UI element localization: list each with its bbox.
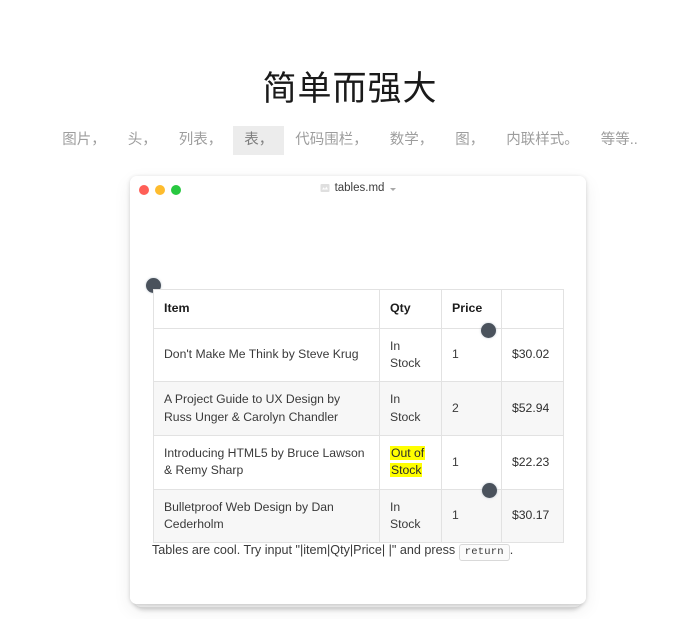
table-row: Introducing HTML5 by Bruce Lawson & Remy… <box>153 434 564 490</box>
column-header-empty[interactable] <box>501 289 564 329</box>
tab-tables[interactable]: 表， <box>233 126 285 156</box>
cell-stock[interactable]: In Stock <box>379 488 442 544</box>
editor-window-wrapper: tables.md Item Qty Price Don't Make Me T… <box>130 176 586 608</box>
cell-count[interactable]: 1 <box>441 488 502 544</box>
tab-headings[interactable]: 头， <box>117 126 168 155</box>
tab-lists[interactable]: 列表， <box>168 126 234 155</box>
cell-count[interactable]: 2 <box>441 381 502 436</box>
table-header-row: Item Qty Price <box>153 289 564 329</box>
editor-content[interactable]: Item Qty Price Don't Make Me Think by St… <box>130 206 586 604</box>
out-of-stock-highlight: Out of Stock <box>390 445 426 478</box>
cell-stock[interactable]: Out of Stock <box>379 434 442 490</box>
window-title-group: tables.md <box>130 182 586 194</box>
tab-more[interactable]: 等等.. <box>590 126 649 155</box>
table-row: Don't Make Me Think by Steve Krug In Sto… <box>153 327 564 383</box>
tab-diagrams[interactable]: 图， <box>444 126 495 155</box>
column-header-item[interactable]: Item <box>153 289 380 329</box>
editor-window: tables.md Item Qty Price Don't Make Me T… <box>130 176 586 604</box>
cell-item[interactable]: A Project Guide to UX Design by Russ Ung… <box>153 381 380 436</box>
cell-stock[interactable]: In Stock <box>379 381 442 436</box>
cell-price[interactable]: $22.23 <box>501 434 564 490</box>
tab-inline-styles[interactable]: 内联样式。 <box>495 126 590 155</box>
cell-count[interactable]: 1 <box>441 434 502 490</box>
cell-item[interactable]: Bulletproof Web Design by Dan Cederholm <box>153 488 380 544</box>
document-icon <box>320 183 330 193</box>
cell-price[interactable]: $30.02 <box>501 327 564 383</box>
tab-code-fences[interactable]: 代码围栏， <box>284 126 379 155</box>
footer-text-before: Tables are cool. Try input "|item|Qty|Pr… <box>152 542 459 557</box>
footer-text-after: . <box>509 542 514 557</box>
cell-count[interactable]: 1 <box>441 327 502 383</box>
page-root: 简单而强大 图片， 头， 列表， 表， 代码围栏， 数学， 图， 内联样式。 等… <box>0 0 700 619</box>
tab-images[interactable]: 图片， <box>51 126 117 155</box>
table-row: A Project Guide to UX Design by Russ Ung… <box>153 381 564 436</box>
cell-price[interactable]: $30.17 <box>501 488 564 544</box>
window-title-filename: tables.md <box>334 182 385 194</box>
feature-tabs: 图片， 头， 列表， 表， 代码围栏， 数学， 图， 内联样式。 等等.. <box>0 126 700 156</box>
chevron-down-icon[interactable] <box>390 187 397 191</box>
table-row: Bulletproof Web Design by Dan Cederholm … <box>153 488 564 544</box>
window-titlebar: tables.md <box>130 176 586 206</box>
return-key-badge: return <box>458 543 510 561</box>
editor-footer-text: Tables are cool. Try input "|item|Qty|Pr… <box>152 541 572 561</box>
markdown-table: Item Qty Price Don't Make Me Think by St… <box>153 289 564 544</box>
cell-stock[interactable]: In Stock <box>379 327 442 383</box>
column-header-qty[interactable]: Qty <box>379 289 442 329</box>
column-header-price[interactable]: Price <box>441 289 502 329</box>
cell-item[interactable]: Introducing HTML5 by Bruce Lawson & Remy… <box>153 434 380 490</box>
tab-math[interactable]: 数学， <box>379 126 445 155</box>
cell-item[interactable]: Don't Make Me Think by Steve Krug <box>153 327 380 383</box>
cell-price[interactable]: $52.94 <box>501 381 564 436</box>
page-title: 简单而强大 <box>262 69 438 108</box>
